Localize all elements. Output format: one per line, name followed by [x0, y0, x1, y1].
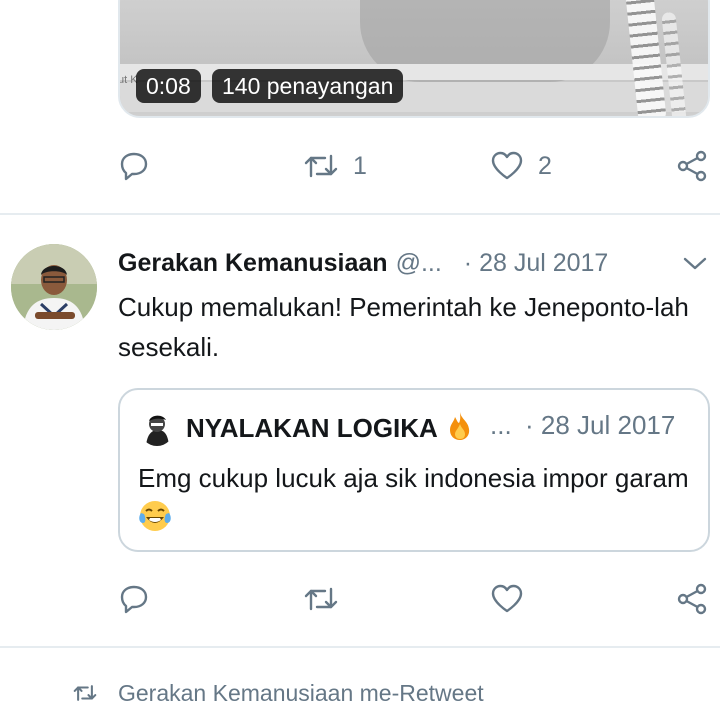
tweet-date[interactable]: · 28 Jul 2017: [464, 249, 609, 278]
divider: [0, 646, 720, 648]
quoted-avatar-image: [140, 412, 174, 446]
quoted-text: Emg cukup lucuk aja sik indonesia impor …: [138, 458, 698, 538]
quoted-tweet[interactable]: NYALAKAN LOGIKA ... · 28 Jul 2017 Emg cu…: [118, 388, 710, 552]
video-views-badge: 140 penayangan: [212, 69, 404, 103]
video-duration-badge: 0:08: [136, 69, 201, 103]
video-frame-band: [120, 82, 708, 112]
retweet-button[interactable]: [303, 579, 339, 619]
tweet-menu-button[interactable]: [682, 253, 708, 278]
share-icon: [677, 583, 707, 615]
quoted-text-body: Emg cukup lucuk aja sik indonesia impor …: [138, 463, 689, 493]
retweet-button[interactable]: 1: [303, 146, 367, 186]
quoted-author-name: NYALAKAN LOGIKA: [186, 413, 437, 443]
author-name[interactable]: Gerakan Kemanusiaan: [118, 249, 388, 278]
retweet-count: 1: [353, 151, 367, 180]
video-thumbnail[interactable]: ut K 0:08 140 penayangan: [118, 0, 710, 118]
tweet-header: Gerakan Kemanusiaan @... · 28 Jul 2017: [118, 246, 718, 280]
share-icon: [677, 150, 707, 182]
chevron-down-icon: [683, 257, 707, 270]
share-button[interactable]: [676, 579, 708, 619]
retweet-context-text: Gerakan Kemanusiaan me-Retweet: [118, 679, 484, 706]
tears-of-joy-icon: [139, 501, 171, 531]
avatar[interactable]: [11, 244, 97, 330]
like-button[interactable]: [490, 579, 524, 619]
avatar-image: [11, 244, 97, 330]
divider: [0, 213, 720, 215]
retweet-icon: [73, 685, 97, 701]
reply-button[interactable]: [118, 146, 150, 186]
retweet-context[interactable]: Gerakan Kemanusiaan me-Retweet: [72, 676, 484, 710]
quoted-handle[interactable]: ...: [490, 410, 512, 441]
quoted-date[interactable]: · 28 Jul 2017: [525, 410, 675, 441]
video-frame-band: [120, 64, 708, 80]
reply-icon: [120, 585, 148, 614]
tweet-text: Cukup memalukan! Pemerintah ke Jeneponto…: [118, 292, 689, 362]
like-button[interactable]: 2: [490, 146, 552, 186]
heart-icon: [491, 584, 523, 613]
like-count: 2: [538, 151, 552, 180]
video-frame-text: ut K: [118, 74, 138, 86]
tweet-actions: [0, 579, 720, 619]
reply-icon: [120, 152, 148, 181]
share-button[interactable]: [676, 146, 708, 186]
retweet-icon: [304, 154, 338, 178]
heart-icon: [491, 151, 523, 180]
author-handle[interactable]: @...: [396, 249, 442, 278]
retweet-icon: [304, 587, 338, 611]
tweet-actions: 1 2: [0, 146, 720, 186]
quoted-avatar: [140, 412, 174, 446]
fire-icon: [450, 412, 470, 440]
reply-button[interactable]: [118, 579, 150, 619]
quoted-author[interactable]: NYALAKAN LOGIKA: [186, 410, 476, 444]
